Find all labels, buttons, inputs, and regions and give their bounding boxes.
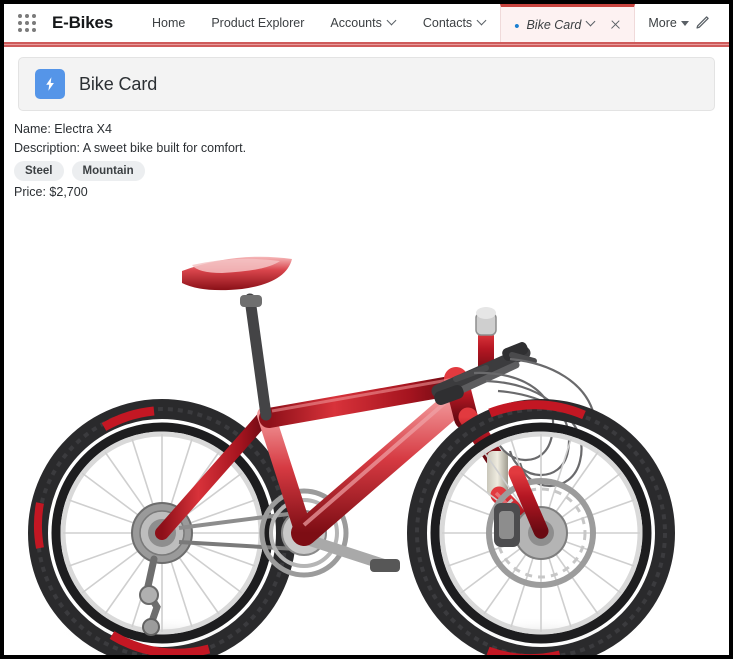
nav-item-product-explorer[interactable]: Product Explorer xyxy=(198,4,317,42)
pencil-icon[interactable] xyxy=(691,12,713,34)
launcher-dot xyxy=(25,14,29,18)
nav-item-list: Home Product Explorer Accounts Contacts … xyxy=(139,4,691,42)
nav-item-label: Accounts xyxy=(330,16,382,30)
app-name[interactable]: E-Bikes xyxy=(52,13,113,33)
chevron-down-icon[interactable] xyxy=(388,17,397,26)
app-window: E-Bikes Home Product Explorer Accounts C… xyxy=(0,0,733,659)
nav-tab-label: Bike Card xyxy=(526,17,582,32)
chevron-down-icon[interactable] xyxy=(478,17,487,26)
field-name: Name: Electra X4 xyxy=(14,122,112,136)
page-body: Bike Card Name: Electra X4 Description: … xyxy=(4,57,729,655)
app-launcher-grid-icon[interactable] xyxy=(18,14,36,32)
launcher-dot xyxy=(25,28,29,32)
launcher-dot xyxy=(25,21,29,25)
nav-more-label: More xyxy=(648,16,677,30)
lightning-bolt-icon xyxy=(35,69,65,99)
chevron-down-icon[interactable] xyxy=(587,18,596,27)
launcher-dot xyxy=(18,14,22,18)
front-wheel xyxy=(407,398,675,655)
nav-item-home[interactable]: Home xyxy=(139,4,198,42)
nav-item-label: Product Explorer xyxy=(211,16,305,30)
tag-badge-material: Steel xyxy=(14,160,64,181)
tag-list: Steel Mountain xyxy=(14,160,719,181)
global-navigation-bar: E-Bikes Home Product Explorer Accounts C… xyxy=(4,4,729,42)
card-header: Bike Card xyxy=(18,57,715,111)
tag-badge-category: Mountain xyxy=(71,160,145,181)
nav-item-label: Home xyxy=(151,16,186,30)
nav-accent-underline xyxy=(4,42,729,47)
launcher-dot xyxy=(18,21,22,25)
launcher-dot xyxy=(32,21,36,25)
launcher-dot xyxy=(32,28,36,32)
caret-down-icon xyxy=(680,20,689,26)
record-details: Name: Electra X4 Description: A sweet bi… xyxy=(4,111,729,202)
field-description: Description: A sweet bike built for comf… xyxy=(14,140,247,155)
bike-product-image xyxy=(4,202,729,655)
nav-tab-bike-card[interactable]: • Bike Card xyxy=(500,4,636,42)
close-icon[interactable] xyxy=(610,19,621,30)
nav-item-contacts[interactable]: Contacts xyxy=(410,4,500,42)
handlebar-assembly xyxy=(431,306,596,487)
saddle-assembly xyxy=(182,256,292,421)
field-price: Price: $2,700 xyxy=(14,184,88,199)
launcher-dot xyxy=(32,14,36,18)
nav-item-label: Contacts xyxy=(422,16,473,30)
page-title: Bike Card xyxy=(79,73,158,94)
nav-item-accounts[interactable]: Accounts xyxy=(317,4,409,42)
launcher-dot xyxy=(18,28,22,32)
